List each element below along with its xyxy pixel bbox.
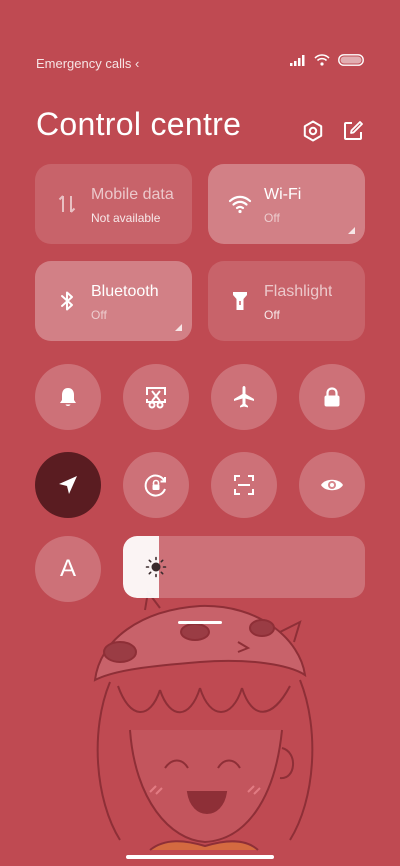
eye-icon: [321, 479, 343, 491]
scan-icon: [234, 475, 254, 495]
carrier-status-text: Emergency calls ‹: [36, 56, 140, 71]
wifi-icon: [314, 54, 330, 66]
wifi-icon: [228, 195, 252, 214]
mobile-data-label: Mobile data: [91, 186, 174, 203]
mobile-data-status: Not available: [91, 211, 161, 225]
rotation-lock-icon: [144, 474, 166, 497]
lock-icon: [324, 387, 340, 407]
brightness-sun-icon: [145, 556, 167, 578]
screenshot-toggle[interactable]: [123, 364, 189, 430]
location-toggle[interactable]: [35, 452, 101, 518]
wallpaper-illustration: [93, 589, 314, 851]
screen-lock-toggle[interactable]: [299, 364, 365, 430]
header-actions: [302, 120, 364, 142]
flashlight-status: Off: [264, 308, 280, 322]
signal-icon: [290, 55, 305, 66]
wifi-label: Wi-Fi: [264, 186, 302, 203]
status-icons: [290, 54, 364, 66]
scanner-toggle[interactable]: [211, 452, 277, 518]
flashlight-icon: [233, 292, 247, 310]
bluetooth-label: Bluetooth: [91, 283, 159, 300]
page-title: Control centre: [36, 106, 242, 142]
rotation-lock-toggle[interactable]: [123, 452, 189, 518]
bluetooth-icon: [61, 291, 73, 311]
airplane-icon: [234, 386, 254, 408]
brightness-slider[interactable]: [123, 536, 365, 598]
sound-toggle[interactable]: [35, 364, 101, 430]
edit-icon[interactable]: [342, 120, 364, 142]
screenshot-icon: [146, 387, 166, 409]
home-indicator[interactable]: [126, 855, 274, 859]
wifi-status: Off: [264, 211, 280, 225]
flashlight-label: Flashlight: [264, 283, 333, 300]
mobile-data-icon: [58, 195, 76, 213]
wifi-expand-indicator: [348, 227, 355, 234]
location-icon: [59, 476, 77, 494]
drag-handle[interactable]: [178, 621, 222, 624]
auto-brightness-label: A: [59, 555, 76, 582]
reading-mode-toggle[interactable]: [299, 452, 365, 518]
bluetooth-expand-indicator: [175, 324, 182, 331]
auto-brightness-toggle[interactable]: A: [35, 536, 101, 602]
bell-icon: [60, 388, 76, 406]
flashlight-tile[interactable]: Flashlight Off: [208, 261, 365, 341]
mobile-data-tile[interactable]: Mobile data Not available: [35, 164, 192, 244]
settings-icon[interactable]: [302, 120, 324, 142]
wifi-tile[interactable]: Wi-Fi Off: [208, 164, 365, 244]
airplane-mode-toggle[interactable]: [211, 364, 277, 430]
bluetooth-tile[interactable]: Bluetooth Off: [35, 261, 192, 341]
battery-icon: [338, 54, 364, 66]
bluetooth-status: Off: [91, 308, 107, 322]
